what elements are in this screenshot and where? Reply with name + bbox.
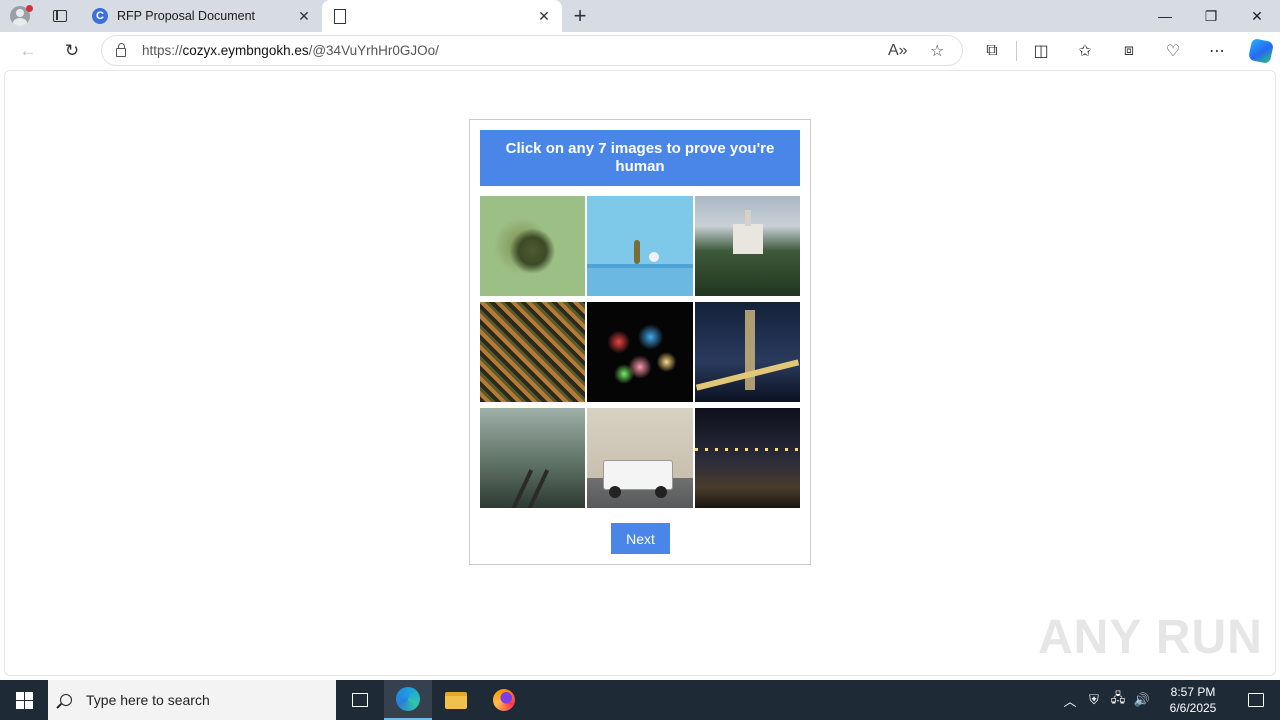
close-tab-icon[interactable]: ✕ [536,8,552,25]
read-aloud-icon[interactable]: A» [888,36,908,65]
next-button[interactable]: Next [611,523,670,554]
captcha-tile-railway[interactable] [480,408,585,508]
captcha-image-grid [480,196,802,508]
system-tray: ︿ ⛨ 🖧 🔊 8:57 PM 6/6/2025 [1058,680,1280,720]
tab-bar: C RFP Proposal Document ✕ ✕ + — ❐ ✕ [0,0,1280,32]
document-icon [334,8,346,24]
new-tab-button[interactable]: + [562,0,598,32]
windows-logo-icon [15,691,33,709]
address-bar[interactable]: https://cozyx.eymbngokh.es/@34VuYrhHr0GJ… [101,35,963,66]
toolbar-actions: ⧉ ◫ ✩ ⧈ ♡ ⋯ [970,35,1280,67]
extensions-icon[interactable]: ⧉ [970,35,1014,67]
captcha-tile-plant[interactable] [587,196,693,296]
more-options-icon[interactable]: ⋯ [1195,35,1239,67]
task-view-button[interactable] [336,680,384,720]
tab-rfp-proposal[interactable]: C RFP Proposal Document ✕ [82,0,322,32]
folder-icon [445,691,467,709]
captcha-tile-bridge[interactable] [695,302,800,402]
clock-time: 8:57 PM [1170,685,1216,699]
taskbar: Type here to search ︿ ⛨ 🖧 🔊 8:57 PM 6/6/… [0,680,1280,720]
captcha-tile-farmland[interactable] [480,302,585,402]
clock[interactable]: 8:57 PM 6/6/2025 [1154,684,1232,716]
taskbar-search[interactable]: Type here to search [48,680,336,720]
cup-shape [649,252,659,262]
wheel-shape [655,486,667,498]
close-tab-icon[interactable]: ✕ [296,8,312,25]
taskbar-edge[interactable] [384,680,432,720]
captcha-tile-frog[interactable] [480,196,585,296]
network-icon[interactable]: 🖧 [1106,689,1130,711]
browser-toolbar: ← ↻ https://cozyx.eymbngokh.es/@34VuYrhH… [0,32,1280,70]
security-icon[interactable]: ⛨ [1082,692,1106,708]
favorites-icon[interactable]: ✩ [1063,35,1107,67]
tab-active[interactable]: ✕ [322,0,562,32]
edge-icon [396,687,420,711]
collections-icon[interactable]: ⧈ [1107,35,1151,67]
taskbar-firefox[interactable] [480,680,528,720]
clock-date: 6/6/2025 [1169,701,1217,715]
profile-button[interactable] [0,0,40,32]
notification-button[interactable] [1232,680,1280,720]
captcha-tile-street[interactable] [695,408,800,508]
castle-tower-shape [745,210,751,226]
back-button[interactable]: ← [8,35,48,67]
captcha-tile-house-car[interactable] [587,408,693,508]
restore-button[interactable]: ❐ [1188,0,1234,32]
chevron-up-icon[interactable]: ︿ [1058,691,1082,710]
firefox-icon [493,689,515,711]
volume-icon[interactable]: 🔊 [1130,692,1154,708]
castle-shape [733,224,763,254]
captcha-instruction: Click on any 7 images to prove you're hu… [480,130,800,186]
notification-dot [26,5,33,12]
task-view-icon [352,693,368,707]
minimize-button[interactable]: — [1142,0,1188,32]
close-window-button[interactable]: ✕ [1234,0,1280,32]
captcha-tile-castle[interactable] [695,196,800,296]
notification-icon [1248,693,1264,707]
string-lights-shape [695,448,800,451]
tab-actions-button[interactable] [40,0,80,32]
refresh-button[interactable]: ↻ [52,35,92,67]
copilot-icon [1247,37,1275,65]
url-text: https://cozyx.eymbngokh.es/@34VuYrhHr0GJ… [142,43,439,58]
taskbar-file-explorer[interactable] [432,680,480,720]
c-logo-icon: C [92,8,108,24]
tab-title: RFP Proposal Document [117,9,256,23]
browser-essentials-icon[interactable]: ♡ [1151,35,1195,67]
search-icon [60,694,72,706]
copilot-button[interactable] [1239,35,1280,67]
start-button[interactable] [0,680,48,720]
split-screen-icon[interactable]: ◫ [1019,35,1063,67]
vase-shape [634,240,640,264]
captcha-tile-fireworks[interactable] [587,302,693,402]
wheel-shape [609,486,621,498]
tab-actions-icon [53,10,67,22]
captcha-box: Click on any 7 images to prove you're hu… [469,119,811,565]
anyrun-watermark: ANY RUN [1038,611,1263,664]
toolbar-divider [1016,41,1017,61]
favorite-star-icon[interactable]: ☆ [930,36,944,65]
window-controls: — ❐ ✕ [1142,0,1280,32]
lock-icon[interactable] [116,43,126,57]
search-placeholder: Type here to search [86,692,210,708]
